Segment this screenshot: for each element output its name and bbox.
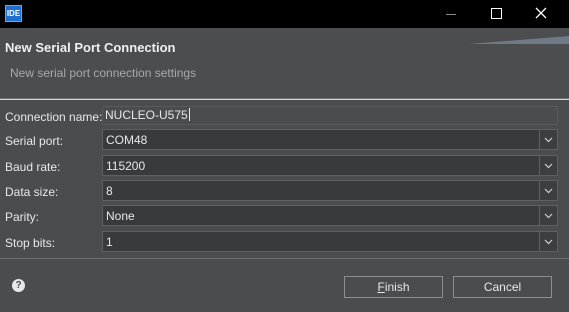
connection-form: Connection name: NUCLEO-U575 Serial port… (0, 100, 569, 258)
stop-bits-value: 1 (106, 235, 113, 249)
dialog-header: New Serial Port Connection New serial po… (0, 28, 569, 98)
chevron-down-icon[interactable] (539, 206, 557, 225)
baud-rate-value: 115200 (106, 159, 146, 173)
title-bar: IDE (0, 0, 569, 28)
maximize-icon[interactable] (473, 0, 518, 28)
connection-name-input[interactable]: NUCLEO-U575 (102, 106, 558, 125)
serial-port-select[interactable]: COM48 (102, 129, 558, 150)
baud-rate-select[interactable]: 115200 (102, 155, 558, 176)
data-size-label: Data size: (5, 185, 59, 199)
parity-label: Parity: (5, 210, 40, 224)
finish-button[interactable]: Finish (344, 276, 443, 298)
close-icon[interactable] (518, 0, 563, 28)
text-cursor (188, 108, 190, 121)
baud-rate-label: Baud rate: (5, 160, 61, 174)
stop-bits-label: Stop bits: (5, 236, 56, 250)
serial-port-value: COM48 (106, 133, 148, 147)
connection-name-label: Connection name: (5, 110, 103, 124)
chevron-down-icon[interactable] (539, 130, 557, 149)
serial-port-label: Serial port: (5, 134, 64, 148)
chevron-down-icon[interactable] (539, 181, 557, 200)
dialog-title: New Serial Port Connection (5, 40, 176, 55)
dialog-subtitle: New serial port connection settings (10, 66, 197, 80)
help-icon[interactable]: ? (12, 279, 25, 292)
chevron-down-icon[interactable] (539, 156, 557, 175)
parity-value: None (106, 209, 135, 223)
finish-label: inish (384, 280, 410, 294)
finish-mnemonic: F (377, 280, 385, 294)
connection-name-value: NUCLEO-U575 (105, 108, 188, 122)
data-size-value: 8 (106, 184, 113, 198)
app-icon: IDE (5, 5, 22, 22)
data-size-select[interactable]: 8 (102, 180, 558, 201)
dialog-footer: ? Finish Cancel (0, 259, 569, 312)
header-banner-decoration (469, 36, 569, 44)
minimize-icon[interactable] (428, 0, 473, 28)
parity-select[interactable]: None (102, 205, 558, 226)
stop-bits-select[interactable]: 1 (102, 231, 558, 252)
cancel-button[interactable]: Cancel (453, 276, 552, 298)
chevron-down-icon[interactable] (539, 232, 557, 251)
